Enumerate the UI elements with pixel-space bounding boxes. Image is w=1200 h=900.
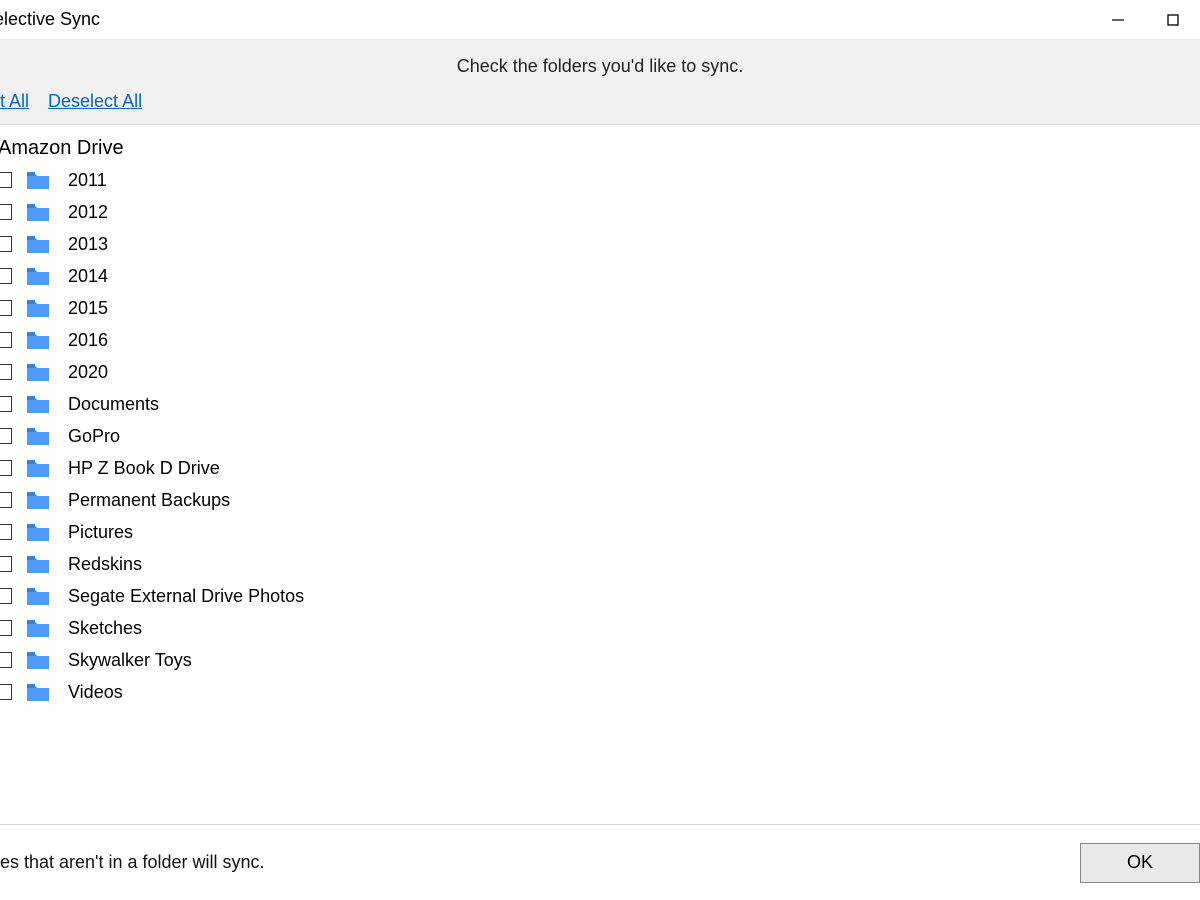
minimize-button[interactable] — [1090, 0, 1145, 40]
folder-checkbox[interactable] — [0, 460, 12, 476]
folder-checkbox[interactable] — [0, 364, 12, 380]
folder-row[interactable]: GoPro — [0, 420, 1200, 452]
folder-row[interactable]: 2016 — [0, 324, 1200, 356]
folder-tree: Amazon Drive 2011 2012 2013 2014 2015 20… — [0, 125, 1200, 829]
folder-row[interactable]: Segate External Drive Photos — [0, 580, 1200, 612]
folder-checkbox[interactable] — [0, 524, 12, 540]
folder-label: Pictures — [68, 522, 133, 543]
folder-icon — [26, 650, 50, 670]
folder-label: 2011 — [68, 170, 107, 191]
footer-note: iles that aren't in a folder will sync. — [0, 852, 265, 873]
folder-row[interactable]: 2015 — [0, 292, 1200, 324]
folder-row[interactable]: HP Z Book D Drive — [0, 452, 1200, 484]
folder-icon — [26, 362, 50, 382]
folder-icon — [26, 522, 50, 542]
folder-icon — [26, 170, 50, 190]
folder-icon — [26, 298, 50, 318]
folder-label: Sketches — [68, 618, 142, 639]
folder-label: Videos — [68, 682, 123, 703]
folder-checkbox[interactable] — [0, 236, 12, 252]
folder-checkbox[interactable] — [0, 556, 12, 572]
folder-row[interactable]: Redskins — [0, 548, 1200, 580]
folder-checkbox[interactable] — [0, 492, 12, 508]
folder-label: Skywalker Toys — [68, 650, 192, 671]
folder-checkbox[interactable] — [0, 652, 12, 668]
folder-checkbox[interactable] — [0, 268, 12, 284]
folder-label: Segate External Drive Photos — [68, 586, 304, 607]
folder-icon — [26, 426, 50, 446]
folder-label: Permanent Backups — [68, 490, 230, 511]
title-bar: elective Sync — [0, 0, 1200, 40]
folder-label: 2013 — [68, 234, 108, 255]
folder-icon — [26, 266, 50, 286]
folder-row[interactable]: Permanent Backups — [0, 484, 1200, 516]
folder-row[interactable]: Documents — [0, 388, 1200, 420]
footer-bar: iles that aren't in a folder will sync. … — [0, 824, 1200, 900]
prompt-text: Check the folders you'd like to sync. — [0, 56, 1200, 77]
folder-row[interactable]: Videos — [0, 676, 1200, 708]
folder-icon — [26, 586, 50, 606]
folder-row[interactable]: 2020 — [0, 356, 1200, 388]
folder-list: 2011 2012 2013 2014 2015 2016 2020 Docum… — [0, 164, 1200, 708]
folder-icon — [26, 234, 50, 254]
minimize-icon — [1111, 13, 1125, 27]
window-title: elective Sync — [0, 9, 100, 30]
folder-checkbox[interactable] — [0, 332, 12, 348]
folder-icon — [26, 202, 50, 222]
ok-button-label: OK — [1127, 852, 1153, 873]
folder-label: HP Z Book D Drive — [68, 458, 220, 479]
root-folder-label[interactable]: Amazon Drive — [0, 135, 1200, 164]
folder-label: Documents — [68, 394, 159, 415]
folder-checkbox[interactable] — [0, 396, 12, 412]
folder-label: 2012 — [68, 202, 108, 223]
folder-row[interactable]: 2014 — [0, 260, 1200, 292]
window-controls — [1090, 0, 1200, 40]
folder-icon — [26, 330, 50, 350]
folder-checkbox[interactable] — [0, 428, 12, 444]
deselect-all-link[interactable]: Deselect All — [48, 91, 142, 111]
folder-icon — [26, 554, 50, 574]
folder-icon — [26, 458, 50, 478]
folder-icon — [26, 618, 50, 638]
folder-row[interactable]: 2013 — [0, 228, 1200, 260]
folder-checkbox[interactable] — [0, 620, 12, 636]
folder-label: 2015 — [68, 298, 108, 319]
folder-label: GoPro — [68, 426, 120, 447]
folder-icon — [26, 394, 50, 414]
folder-checkbox[interactable] — [0, 588, 12, 604]
folder-checkbox[interactable] — [0, 300, 12, 316]
header-band: Check the folders you'd like to sync. t … — [0, 40, 1200, 125]
folder-icon — [26, 682, 50, 702]
folder-label: 2016 — [68, 330, 108, 351]
selection-links: t All Deselect All — [0, 91, 1200, 112]
folder-label: 2014 — [68, 266, 108, 287]
folder-icon — [26, 490, 50, 510]
maximize-button[interactable] — [1145, 0, 1200, 40]
folder-label: 2020 — [68, 362, 108, 383]
folder-checkbox[interactable] — [0, 684, 12, 700]
folder-row[interactable]: 2011 — [0, 164, 1200, 196]
folder-checkbox[interactable] — [0, 172, 12, 188]
folder-checkbox[interactable] — [0, 204, 12, 220]
maximize-icon — [1166, 13, 1180, 27]
folder-row[interactable]: 2012 — [0, 196, 1200, 228]
folder-row[interactable]: Sketches — [0, 612, 1200, 644]
folder-row[interactable]: Pictures — [0, 516, 1200, 548]
ok-button[interactable]: OK — [1080, 843, 1200, 883]
folder-label: Redskins — [68, 554, 142, 575]
select-all-link[interactable]: t All — [0, 91, 29, 111]
folder-row[interactable]: Skywalker Toys — [0, 644, 1200, 676]
